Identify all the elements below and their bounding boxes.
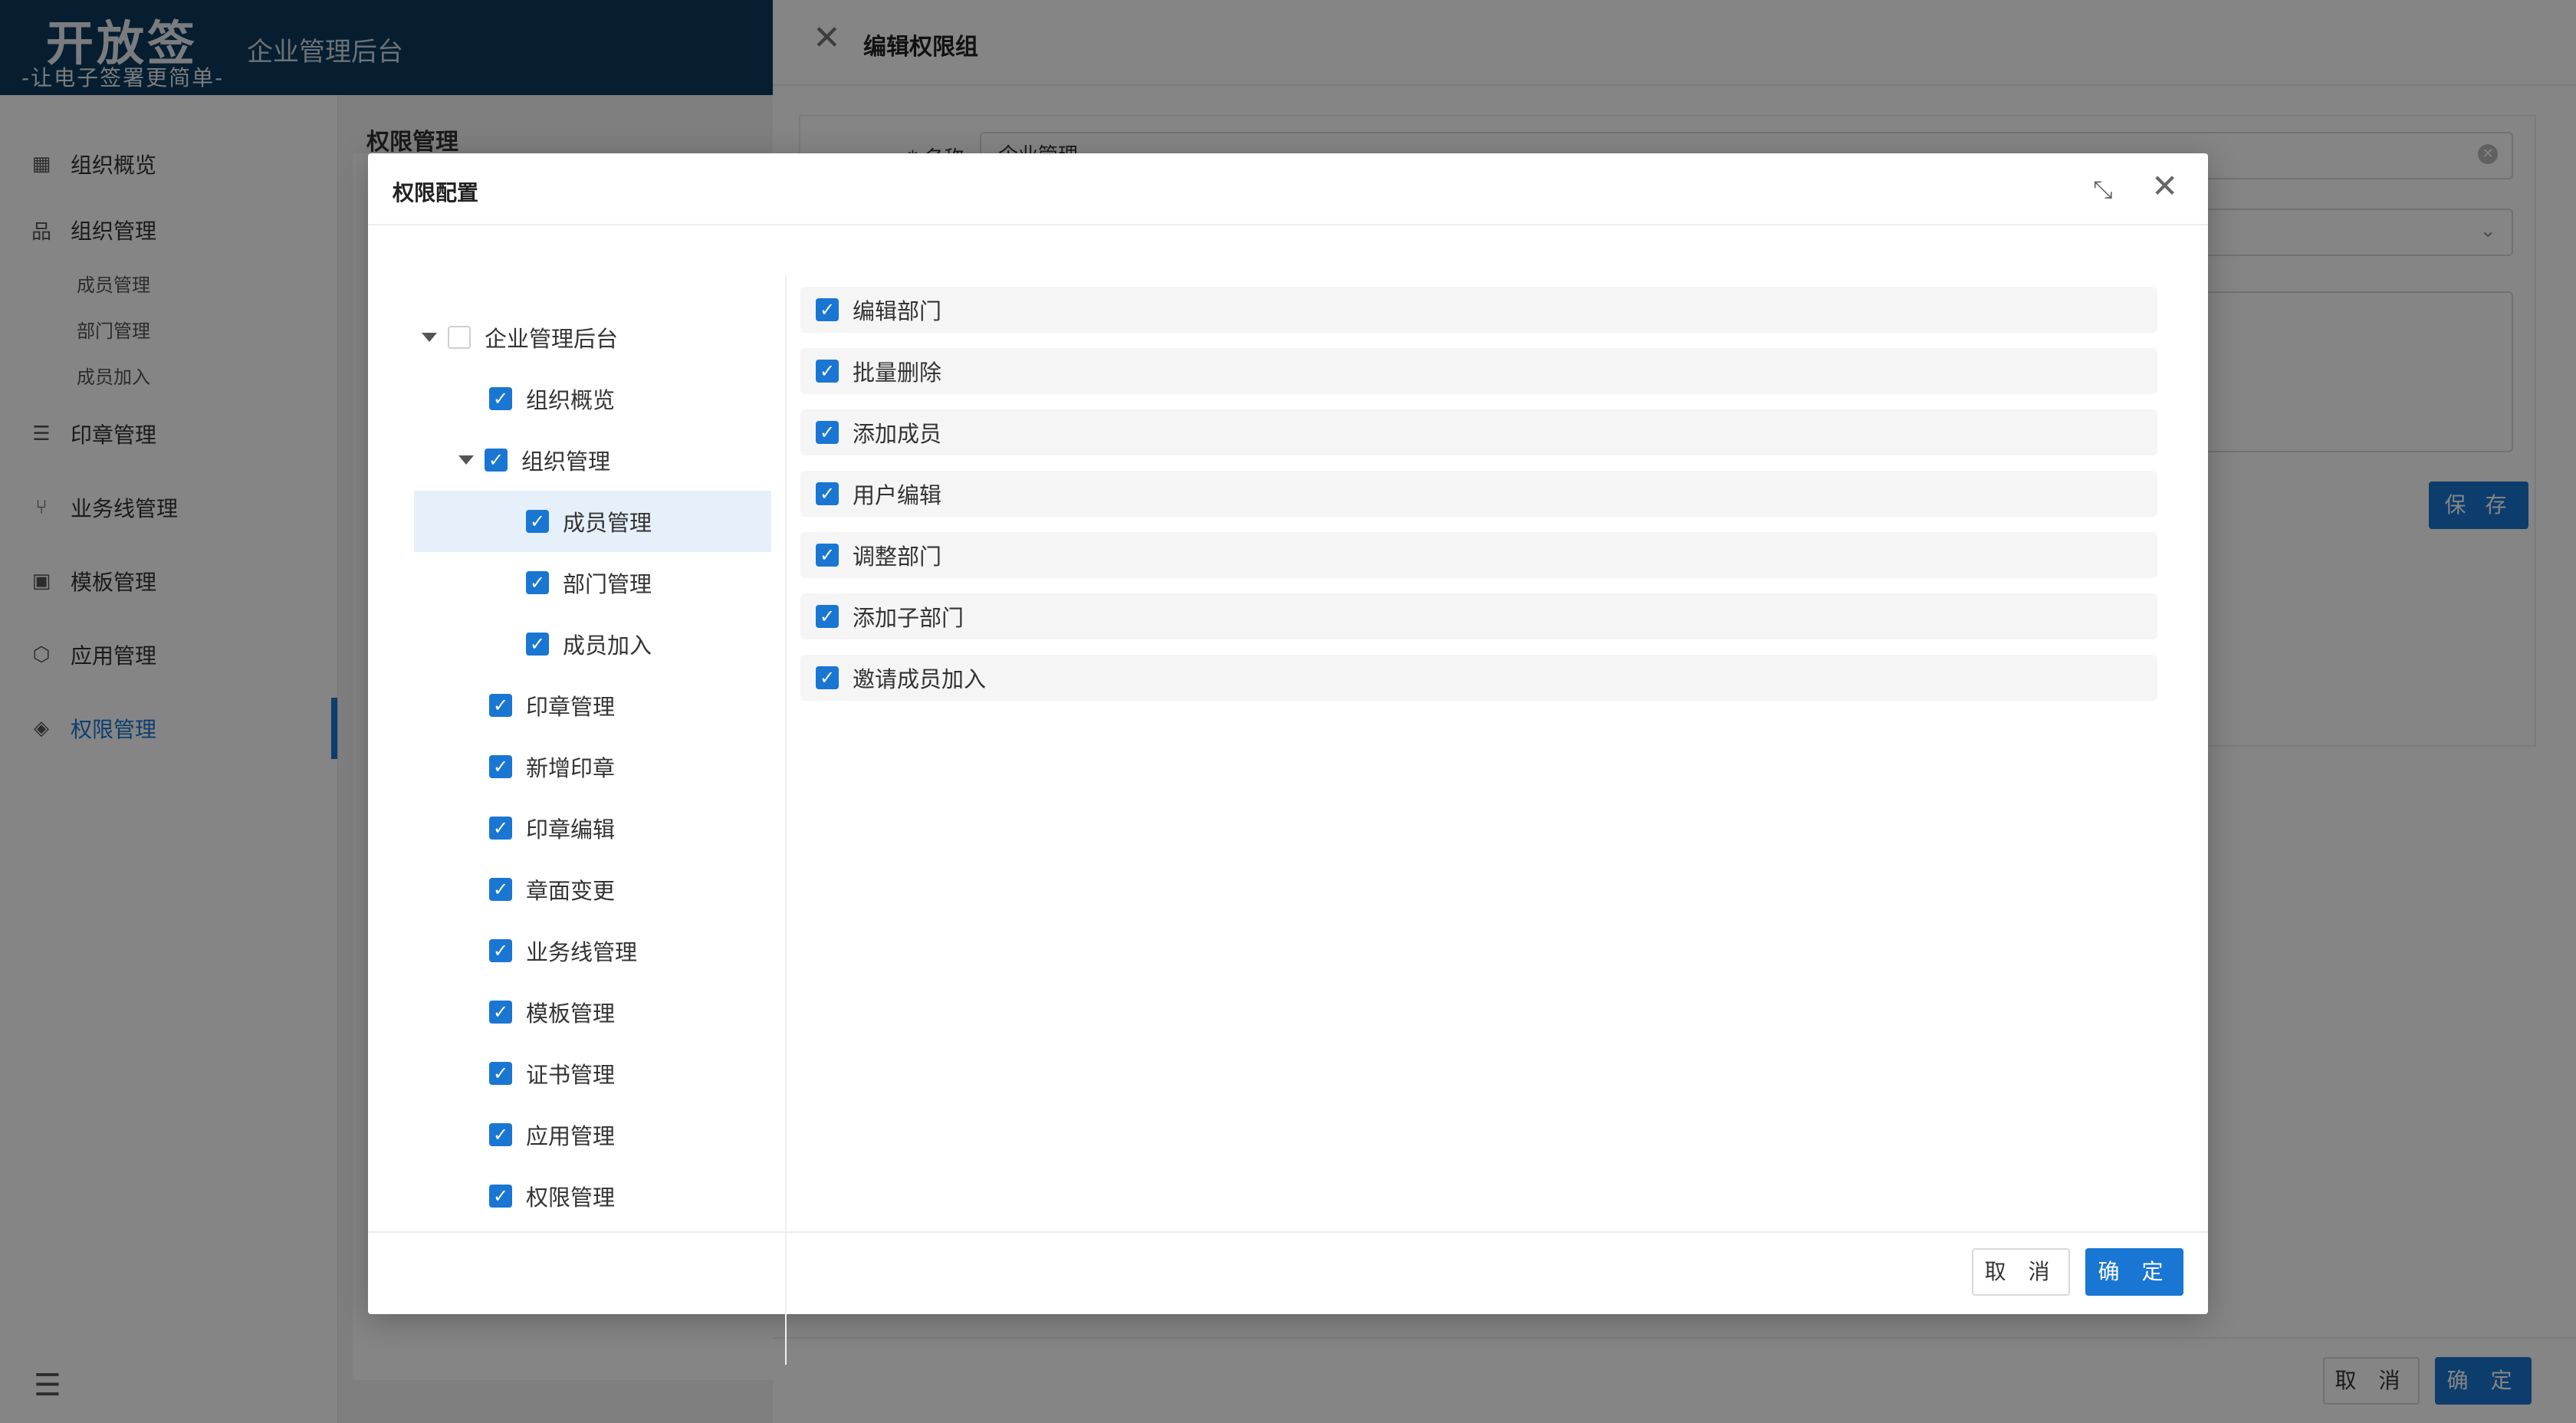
permission-row[interactable]: ✓ 调整部门 xyxy=(800,532,2157,578)
checkbox-checked[interactable]: ✓ xyxy=(489,1185,512,1208)
checkbox-checked[interactable]: ✓ xyxy=(489,1123,512,1146)
checkbox-checked[interactable]: ✓ xyxy=(489,694,512,717)
permission-row[interactable]: ✓ 批量删除 xyxy=(800,348,2157,394)
permission-row[interactable]: ✓ 邀请成员加入 xyxy=(800,655,2157,701)
checkbox-checked[interactable]: ✓ xyxy=(489,1062,512,1085)
caret-down-icon[interactable] xyxy=(422,333,437,342)
tree-node[interactable]: ✓ 章面变更 xyxy=(489,859,615,920)
tree-node[interactable]: ✓ 权限管理 xyxy=(489,1165,615,1227)
permission-label: 批量删除 xyxy=(853,360,942,386)
tree-node-label: 印章管理 xyxy=(526,694,616,720)
tree-node-label: 章面变更 xyxy=(526,878,616,904)
permission-label: 用户编辑 xyxy=(853,482,942,508)
tree-node-label: 组织概览 xyxy=(526,387,616,413)
permission-row[interactable]: ✓ 编辑部门 xyxy=(800,287,2157,333)
tree-node[interactable]: ✓ 业务线管理 xyxy=(489,920,637,981)
checkbox-checked[interactable]: ✓ xyxy=(489,939,512,962)
tree-node[interactable]: ✓ 证书管理 xyxy=(489,1043,615,1104)
modal-title: 权限配置 xyxy=(393,180,479,205)
checkbox-checked[interactable]: ✓ xyxy=(489,755,512,778)
permission-label: 调整部门 xyxy=(853,544,942,570)
tree-node-label: 印章编辑 xyxy=(526,817,616,843)
tree-node-label: 模板管理 xyxy=(526,1001,616,1027)
tree-node-label: 证书管理 xyxy=(526,1062,616,1088)
permission-label: 邀请成员加入 xyxy=(853,666,987,692)
permission-label: 添加子部门 xyxy=(853,605,964,631)
permission-label: 添加成员 xyxy=(853,421,942,447)
tree-node-selected[interactable]: ✓ 成员管理 xyxy=(414,491,771,552)
tree-node-label: 部门管理 xyxy=(563,571,652,597)
permission-row[interactable]: ✓ 用户编辑 xyxy=(800,471,2157,517)
tree-node-root[interactable]: 企业管理后台 xyxy=(422,307,744,368)
checkbox-checked[interactable]: ✓ xyxy=(816,421,839,444)
checkbox-checked[interactable]: ✓ xyxy=(816,298,839,321)
fullscreen-icon[interactable]: ⤡ xyxy=(2093,175,2113,205)
panel-divider xyxy=(785,276,787,1365)
checkbox-checked[interactable]: ✓ xyxy=(526,510,549,533)
tree-node[interactable]: ✓ 应用管理 xyxy=(489,1104,615,1165)
permission-config-modal: 权限配置 ⤡ ✕ 企业管理后台 ✓ 组织概览 ✓ 组织管理 ✓ 成员管理 ✓ 部… xyxy=(368,153,2208,1365)
cancel-button[interactable]: 取 消 xyxy=(1972,1248,2070,1296)
checkbox-checked[interactable]: ✓ xyxy=(816,666,839,689)
checkbox-checked[interactable]: ✓ xyxy=(526,633,549,656)
tree-node[interactable]: ✓ 组织管理 xyxy=(458,429,610,491)
permission-row[interactable]: ✓ 添加成员 xyxy=(800,409,2157,455)
tree-node[interactable]: ✓ 成员加入 xyxy=(526,613,652,675)
tree-node[interactable]: ✓ 印章管理 xyxy=(489,675,615,736)
tree-node[interactable]: ✓ 印章编辑 xyxy=(489,797,615,859)
tree-node-label: 新增印章 xyxy=(526,755,616,781)
tree-node[interactable]: ✓ 新增印章 xyxy=(489,736,615,797)
tree-node-label: 应用管理 xyxy=(526,1123,616,1149)
checkbox-checked[interactable]: ✓ xyxy=(526,571,549,594)
checkbox-checked[interactable]: ✓ xyxy=(485,449,508,472)
checkbox-checked[interactable]: ✓ xyxy=(489,817,512,840)
tree-node[interactable]: ✓ 部门管理 xyxy=(526,552,652,613)
modal-header: 权限配置 ⤡ ✕ xyxy=(368,153,2208,225)
checkbox[interactable] xyxy=(448,326,471,349)
tree-node-label: 权限管理 xyxy=(526,1185,616,1211)
tree-node-label: 企业管理后台 xyxy=(485,326,619,352)
permission-label: 编辑部门 xyxy=(853,298,942,324)
tree-node[interactable]: ✓ 模板管理 xyxy=(489,981,615,1043)
checkbox-checked[interactable]: ✓ xyxy=(489,387,512,410)
caret-down-icon[interactable] xyxy=(458,455,474,465)
confirm-button[interactable]: 确 定 xyxy=(2085,1248,2183,1296)
tree-node-label: 成员加入 xyxy=(563,633,652,659)
checkbox-checked[interactable]: ✓ xyxy=(816,482,839,505)
permission-row[interactable]: ✓ 添加子部门 xyxy=(800,593,2157,639)
tree-node-label: 成员管理 xyxy=(563,510,652,536)
checkbox-checked[interactable]: ✓ xyxy=(816,360,839,383)
tree-node-label: 组织管理 xyxy=(521,449,611,475)
tree-node-label: 业务线管理 xyxy=(526,939,638,965)
tree-node[interactable]: ✓ 组织概览 xyxy=(489,368,615,429)
checkbox-checked[interactable]: ✓ xyxy=(489,1001,512,1024)
checkbox-checked[interactable]: ✓ xyxy=(489,878,512,901)
checkbox-checked[interactable]: ✓ xyxy=(816,544,839,567)
modal-footer: 取 消 确 定 xyxy=(368,1231,2208,1314)
close-icon[interactable]: ✕ xyxy=(2151,170,2178,202)
checkbox-checked[interactable]: ✓ xyxy=(816,605,839,628)
